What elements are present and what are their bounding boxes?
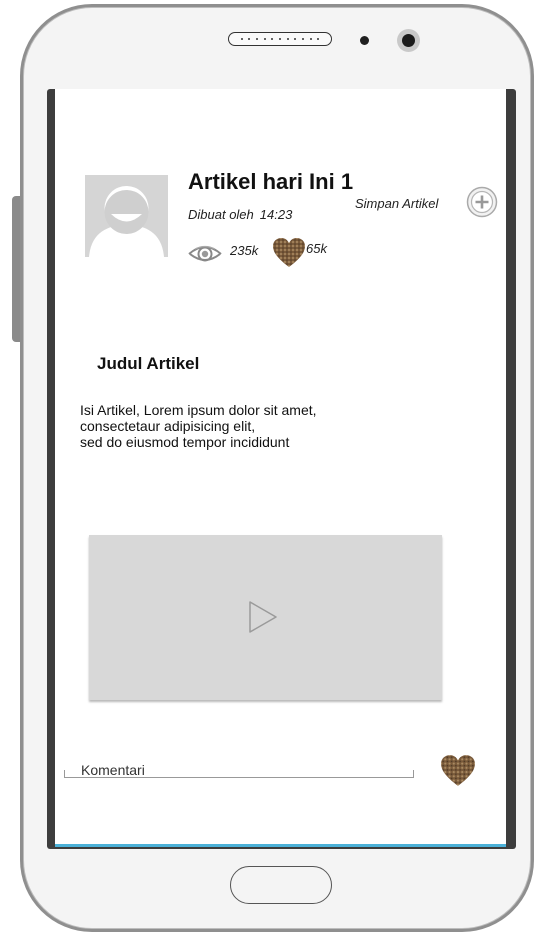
article-byline: Dibuat oleh 14:23 — [188, 207, 292, 222]
avatar-placeholder-icon — [89, 186, 164, 257]
article-body: Isi Artikel, Lorem ipsum dolor sit amet,… — [80, 402, 410, 450]
article-body-line: consectetaur adipisicing elit, — [80, 418, 256, 434]
phone-sensor — [360, 36, 369, 45]
article-body-line: sed do eiusmod tempor incididunt — [80, 434, 290, 450]
article-time: 14:23 — [259, 207, 293, 222]
heart-icon — [273, 238, 305, 267]
likes-count: 65k — [306, 241, 327, 256]
video-player[interactable] — [89, 535, 442, 700]
author-label: Dibuat oleh — [188, 207, 254, 222]
views-count: 235k — [230, 243, 259, 258]
screen-accent-line — [55, 844, 506, 847]
play-icon[interactable] — [248, 600, 278, 634]
plus-circle-icon — [466, 186, 498, 218]
heart-icon — [441, 755, 475, 786]
home-button[interactable] — [230, 866, 332, 904]
comment-input[interactable] — [63, 753, 415, 779]
app-screen: Artikel hari Ini 1 Dibuat oleh 14:23 235k… — [55, 89, 506, 847]
article-title: Artikel hari Ini 1 — [188, 169, 354, 194]
save-article-label: Simpan Artikel — [355, 196, 439, 211]
article-heading: Judul Artikel — [97, 354, 200, 373]
eye-icon — [188, 245, 222, 262]
phone-speaker — [228, 32, 332, 46]
phone-camera — [397, 29, 420, 52]
author-avatar — [85, 175, 168, 257]
article-body-line: Isi Artikel, Lorem ipsum dolor sit amet, — [80, 402, 317, 418]
save-article-button[interactable] — [466, 186, 498, 218]
like-button[interactable] — [440, 754, 476, 788]
